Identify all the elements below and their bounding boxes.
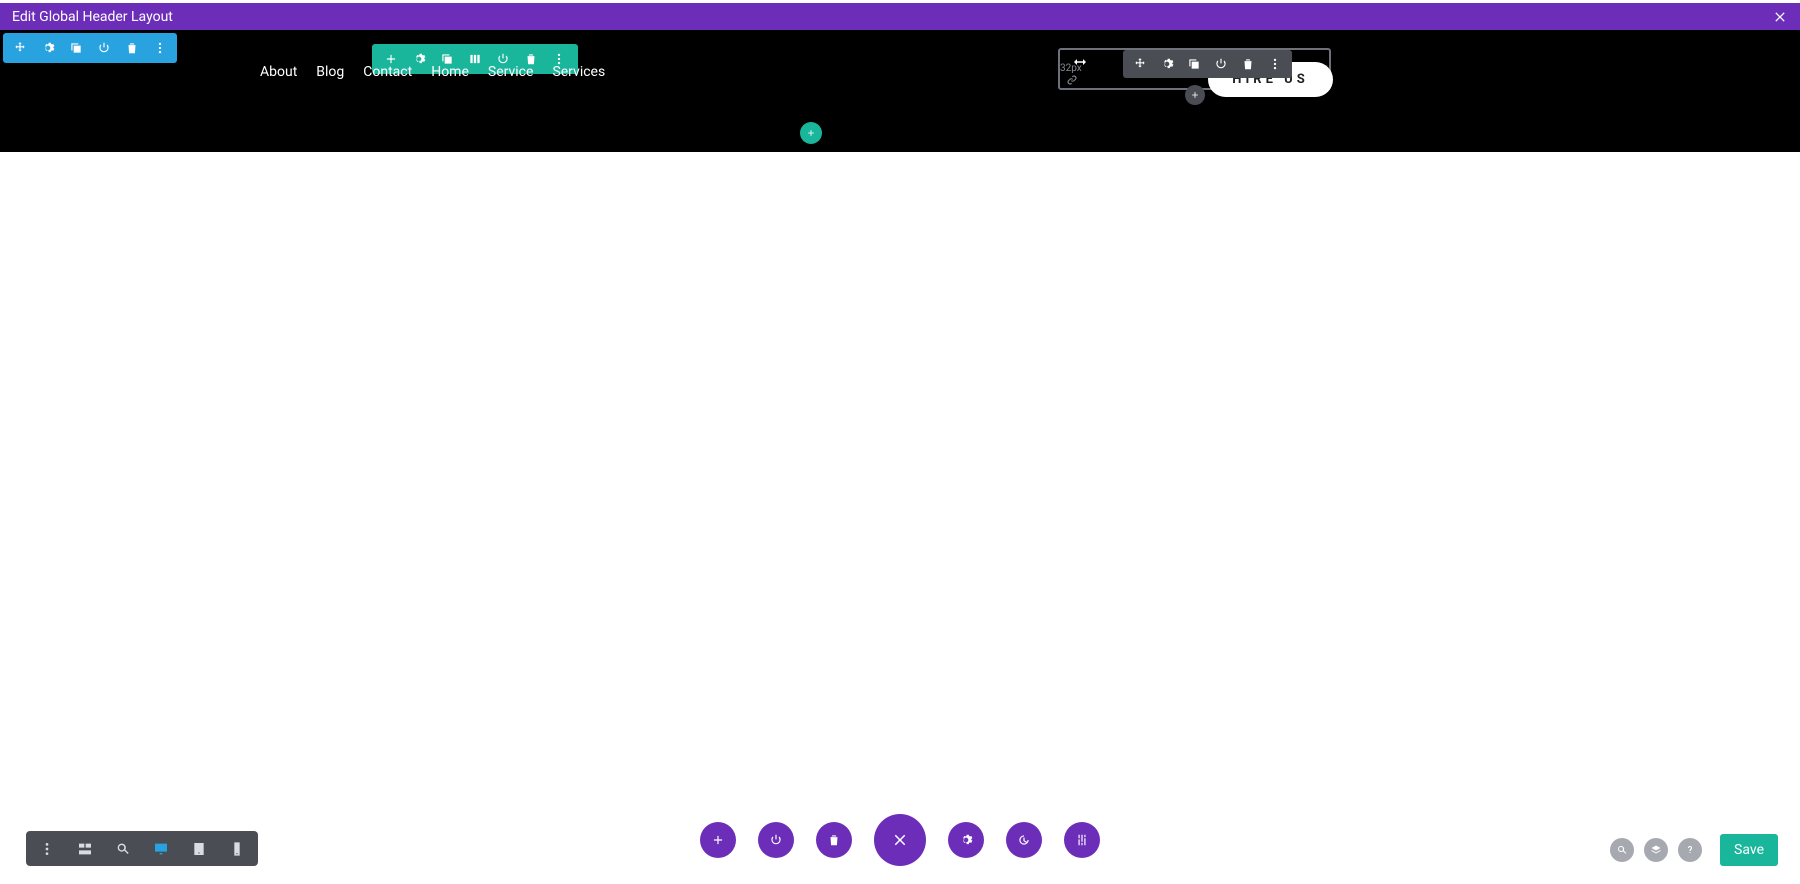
gear-icon[interactable] <box>41 41 55 55</box>
duplicate-icon[interactable] <box>1187 57 1201 71</box>
tablet-icon[interactable] <box>190 840 208 858</box>
nav-link-service[interactable]: Service <box>488 64 534 80</box>
canvas-area[interactable] <box>0 155 1800 884</box>
power-icon[interactable] <box>97 41 111 55</box>
power-icon[interactable] <box>1214 57 1228 71</box>
gear-icon[interactable] <box>1160 57 1174 71</box>
page-title: Edit Global Header Layout <box>12 9 1772 25</box>
history-circle-button[interactable] <box>1006 822 1042 858</box>
module-toolbar <box>1123 50 1292 78</box>
wireframe-icon[interactable] <box>76 840 94 858</box>
link-icon[interactable] <box>1066 74 1078 86</box>
nav-link-contact[interactable]: Contact <box>363 64 412 80</box>
view-panel <box>26 831 258 866</box>
add-circle-button[interactable] <box>700 822 736 858</box>
close-button[interactable] <box>1772 9 1788 25</box>
more-icon[interactable] <box>1268 57 1282 71</box>
nav-menu: About Blog Contact Home Service Services <box>260 64 605 80</box>
section-toolbar <box>3 33 177 63</box>
main-actions <box>700 814 1100 866</box>
power-circle-button[interactable] <box>758 822 794 858</box>
add-row-button[interactable] <box>800 122 822 144</box>
close-circle-button[interactable] <box>874 814 926 866</box>
desktop-icon[interactable] <box>152 840 170 858</box>
layers-mini-button[interactable] <box>1644 838 1668 862</box>
right-actions: Save <box>1610 834 1778 866</box>
trash-icon[interactable] <box>1241 57 1255 71</box>
add-module-button[interactable] <box>1185 85 1205 105</box>
more-icon[interactable] <box>153 41 167 55</box>
move-icon[interactable] <box>1133 57 1147 71</box>
zoom-icon[interactable] <box>114 840 132 858</box>
phone-icon[interactable] <box>228 840 246 858</box>
search-mini-button[interactable] <box>1610 838 1634 862</box>
duplicate-icon[interactable] <box>69 41 83 55</box>
header-section[interactable]: About Blog Contact Home Service Services… <box>0 30 1800 152</box>
save-button[interactable]: Save <box>1720 834 1778 866</box>
help-mini-button[interactable] <box>1678 838 1702 862</box>
trash-icon[interactable] <box>125 41 139 55</box>
more-icon[interactable] <box>38 840 56 858</box>
settings-circle-button[interactable] <box>948 822 984 858</box>
nav-link-home[interactable]: Home <box>431 64 469 80</box>
move-icon[interactable] <box>13 41 27 55</box>
drag-horizontal-icon[interactable] <box>1071 56 1089 68</box>
sliders-circle-button[interactable] <box>1064 822 1100 858</box>
nav-link-blog[interactable]: Blog <box>316 64 344 80</box>
trash-circle-button[interactable] <box>816 822 852 858</box>
top-bar: Edit Global Header Layout <box>0 3 1800 30</box>
nav-link-about[interactable]: About <box>260 64 297 80</box>
nav-link-services[interactable]: Services <box>552 64 605 80</box>
